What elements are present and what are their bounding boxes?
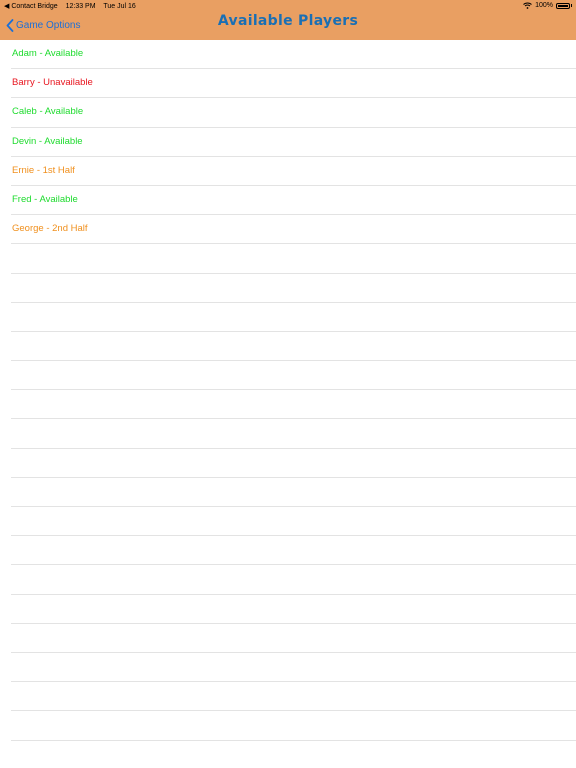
empty-row <box>11 244 576 274</box>
empty-row <box>11 682 576 712</box>
player-status-label: Barry - Unavailable <box>12 77 93 89</box>
list-item[interactable]: Adam - Available <box>11 40 576 70</box>
status-bar: ◀ Contact Bridge 12:33 PM Tue Jul 16 100… <box>0 0 576 12</box>
empty-row <box>11 449 576 478</box>
list-item[interactable]: Ernie - 1st Half <box>11 157 576 186</box>
empty-row <box>11 419 576 449</box>
empty-row <box>11 624 576 653</box>
empty-row <box>11 478 576 507</box>
empty-row <box>11 536 576 566</box>
empty-row <box>11 595 576 624</box>
empty-row <box>11 565 576 595</box>
empty-row <box>11 332 576 362</box>
battery-tip <box>571 4 572 7</box>
list-item[interactable]: Fred - Available <box>11 186 576 216</box>
player-status-label: Devin - Available <box>12 135 83 147</box>
empty-row <box>11 303 576 332</box>
status-left: ◀ Contact Bridge 12:33 PM Tue Jul 16 <box>4 2 142 10</box>
back-to-app-link[interactable]: ◀ Contact Bridge <box>4 3 58 10</box>
status-time: 12:33 PM <box>65 3 96 10</box>
status-right: 100% <box>523 2 572 9</box>
player-status-label: Adam - Available <box>12 48 84 59</box>
wifi-icon <box>523 2 532 9</box>
player-status-label: Caleb - Available <box>12 106 84 118</box>
list-item[interactable]: Barry - Unavailable <box>11 69 576 99</box>
empty-row <box>11 390 576 420</box>
list-item[interactable]: Devin - Available <box>11 128 576 157</box>
navigation-bar: ◀ Contact Bridge 12:33 PM Tue Jul 16 100… <box>0 0 576 40</box>
status-date: Tue Jul 16 <box>103 3 136 10</box>
empty-row <box>11 653 576 683</box>
empty-row <box>11 507 576 537</box>
list-item[interactable]: George - 2nd Half <box>11 215 576 245</box>
battery-percent: 100% <box>535 2 553 9</box>
list-item[interactable]: Caleb - Available <box>11 98 576 128</box>
player-status-label: George - 2nd Half <box>12 223 88 235</box>
player-list: Adam - Available Barry - Unavailable Caleb… <box>0 40 576 741</box>
player-status-label: Fred - Available <box>12 193 78 205</box>
player-status-label: Ernie - 1st Half <box>12 164 75 176</box>
empty-row <box>11 274 576 303</box>
empty-row <box>11 711 576 741</box>
page-title: Available Players <box>217 13 359 29</box>
empty-row <box>11 361 576 391</box>
battery-icon <box>556 2 570 9</box>
